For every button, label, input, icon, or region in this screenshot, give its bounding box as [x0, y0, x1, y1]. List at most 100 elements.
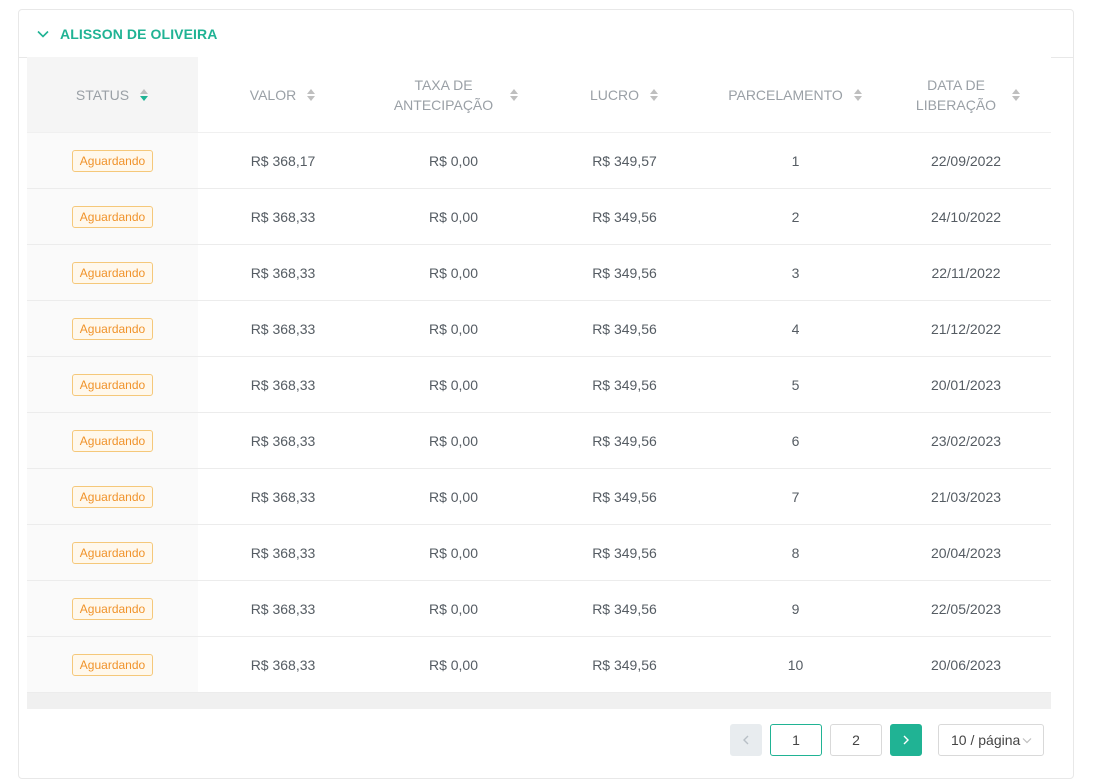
taxa-cell: R$ 0,00 — [368, 580, 539, 637]
chevron-down-icon — [1022, 737, 1032, 743]
parcelamento-cell: 9 — [710, 580, 881, 637]
column-header-lucro[interactable]: LUCRO — [539, 57, 710, 133]
valor-cell: R$ 368,33 — [198, 300, 368, 357]
table-row: Aguardando R$ 368,33 R$ 0,00 R$ 349,56 9 22/0… — [27, 580, 1051, 637]
sort-icon[interactable] — [509, 88, 519, 101]
table-row: Aguardando R$ 368,33 R$ 0,00 R$ 349,56 10 20/… — [27, 636, 1051, 693]
column-label: PARCELAMENTO — [728, 86, 843, 103]
sort-icon[interactable] — [139, 88, 149, 101]
status-badge: Aguardando — [71, 205, 154, 228]
status-cell: Aguardando — [27, 468, 198, 525]
lucro-cell: R$ 349,56 — [539, 244, 710, 301]
status-cell: Aguardando — [27, 244, 198, 301]
column-label: LUCRO — [589, 86, 639, 103]
data-liberacao-cell: 21/03/2023 — [881, 468, 1051, 525]
column-label: VALOR — [249, 86, 297, 103]
taxa-cell: R$ 0,00 — [368, 356, 539, 413]
column-header-parcelamento[interactable]: PARCELAMENTO — [710, 57, 881, 133]
installments-table: STATUS VALOR TAXA DE ANTECIPAÇÃO LUCRO P… — [27, 57, 1051, 693]
parcelamento-cell: 6 — [710, 412, 881, 469]
parcelamento-cell: 2 — [710, 188, 881, 245]
column-header-data-liberacao[interactable]: DATA DE LIBERAÇÃO — [881, 57, 1051, 133]
valor-cell: R$ 368,33 — [198, 636, 368, 693]
lucro-cell: R$ 349,56 — [539, 188, 710, 245]
valor-cell: R$ 368,33 — [198, 188, 368, 245]
status-cell: Aguardando — [27, 356, 198, 413]
data-liberacao-cell: 20/04/2023 — [881, 524, 1051, 581]
taxa-cell: R$ 0,00 — [368, 188, 539, 245]
status-cell: Aguardando — [27, 132, 198, 189]
status-badge: Aguardando — [71, 429, 154, 452]
data-liberacao-cell: 22/11/2022 — [881, 244, 1051, 301]
table-body: Aguardando R$ 368,17 R$ 0,00 R$ 349,57 1 22/0… — [27, 132, 1051, 693]
taxa-cell: R$ 0,00 — [368, 636, 539, 693]
taxa-cell: R$ 0,00 — [368, 412, 539, 469]
chevron-down-icon[interactable] — [36, 27, 50, 41]
table-row: Aguardando R$ 368,33 R$ 0,00 R$ 349,56 7 21/0… — [27, 468, 1051, 525]
pagination: 1 2 10 / página — [730, 724, 1044, 756]
parcelamento-cell: 8 — [710, 524, 881, 581]
parcelamento-cell: 5 — [710, 356, 881, 413]
installments-table-wrap: STATUS VALOR TAXA DE ANTECIPAÇÃO LUCRO P… — [27, 57, 1051, 709]
table-row: Aguardando R$ 368,33 R$ 0,00 R$ 349,56 2 24/1… — [27, 188, 1051, 245]
lucro-cell: R$ 349,56 — [539, 412, 710, 469]
sort-icon[interactable] — [1011, 88, 1021, 101]
lucro-cell: R$ 349,57 — [539, 132, 710, 189]
page-size-select[interactable]: 10 / página — [938, 724, 1044, 756]
status-badge: Aguardando — [71, 317, 154, 340]
column-header-status[interactable]: STATUS — [27, 57, 198, 133]
data-liberacao-cell: 23/02/2023 — [881, 412, 1051, 469]
column-header-valor[interactable]: VALOR — [198, 57, 368, 133]
status-badge: Aguardando — [71, 373, 154, 396]
next-page-button[interactable] — [890, 724, 922, 756]
payout-panel: ALISSON DE OLIVEIRA STATUS VALOR TAXA DE… — [18, 9, 1074, 779]
lucro-cell: R$ 349,56 — [539, 356, 710, 413]
sort-icon[interactable] — [649, 88, 659, 101]
data-liberacao-cell: 22/05/2023 — [881, 580, 1051, 637]
data-liberacao-cell: 24/10/2022 — [881, 188, 1051, 245]
chevron-left-icon — [743, 735, 749, 745]
column-header-taxa-antecipacao[interactable]: TAXA DE ANTECIPAÇÃO — [368, 57, 539, 133]
status-cell: Aguardando — [27, 300, 198, 357]
data-liberacao-cell: 21/12/2022 — [881, 300, 1051, 357]
page-button-2[interactable]: 2 — [830, 724, 882, 756]
status-badge: Aguardando — [71, 653, 154, 676]
panel-title: ALISSON DE OLIVEIRA — [60, 25, 218, 42]
valor-cell: R$ 368,33 — [198, 524, 368, 581]
valor-cell: R$ 368,33 — [198, 244, 368, 301]
previous-page-button[interactable] — [730, 724, 762, 756]
table-row: Aguardando R$ 368,33 R$ 0,00 R$ 349,56 6 23/0… — [27, 412, 1051, 469]
parcelamento-cell: 4 — [710, 300, 881, 357]
valor-cell: R$ 368,33 — [198, 412, 368, 469]
sort-icon[interactable] — [306, 88, 316, 101]
parcelamento-cell: 7 — [710, 468, 881, 525]
sort-icon[interactable] — [853, 88, 863, 101]
valor-cell: R$ 368,33 — [198, 356, 368, 413]
status-cell: Aguardando — [27, 580, 198, 637]
status-cell: Aguardando — [27, 412, 198, 469]
table-row: Aguardando R$ 368,33 R$ 0,00 R$ 349,56 5 20/0… — [27, 356, 1051, 413]
lucro-cell: R$ 349,56 — [539, 580, 710, 637]
valor-cell: R$ 368,33 — [198, 580, 368, 637]
lucro-cell: R$ 349,56 — [539, 468, 710, 525]
status-badge: Aguardando — [71, 149, 154, 172]
status-badge: Aguardando — [71, 485, 154, 508]
parcelamento-cell: 10 — [710, 636, 881, 693]
lucro-cell: R$ 349,56 — [539, 300, 710, 357]
status-badge: Aguardando — [71, 541, 154, 564]
parcelamento-cell: 1 — [710, 132, 881, 189]
taxa-cell: R$ 0,00 — [368, 132, 539, 189]
table-row: Aguardando R$ 368,33 R$ 0,00 R$ 349,56 3 22/1… — [27, 244, 1051, 301]
horizontal-scrollbar[interactable] — [27, 693, 1051, 709]
parcelamento-cell: 3 — [710, 244, 881, 301]
table-row: Aguardando R$ 368,33 R$ 0,00 R$ 349,56 8 20/0… — [27, 524, 1051, 581]
page-button-1[interactable]: 1 — [770, 724, 822, 756]
data-liberacao-cell: 22/09/2022 — [881, 132, 1051, 189]
status-badge: Aguardando — [71, 261, 154, 284]
status-cell: Aguardando — [27, 188, 198, 245]
panel-header[interactable]: ALISSON DE OLIVEIRA — [19, 10, 1073, 58]
valor-cell: R$ 368,33 — [198, 468, 368, 525]
status-cell: Aguardando — [27, 524, 198, 581]
status-badge: Aguardando — [71, 597, 154, 620]
column-label: STATUS — [75, 86, 130, 103]
